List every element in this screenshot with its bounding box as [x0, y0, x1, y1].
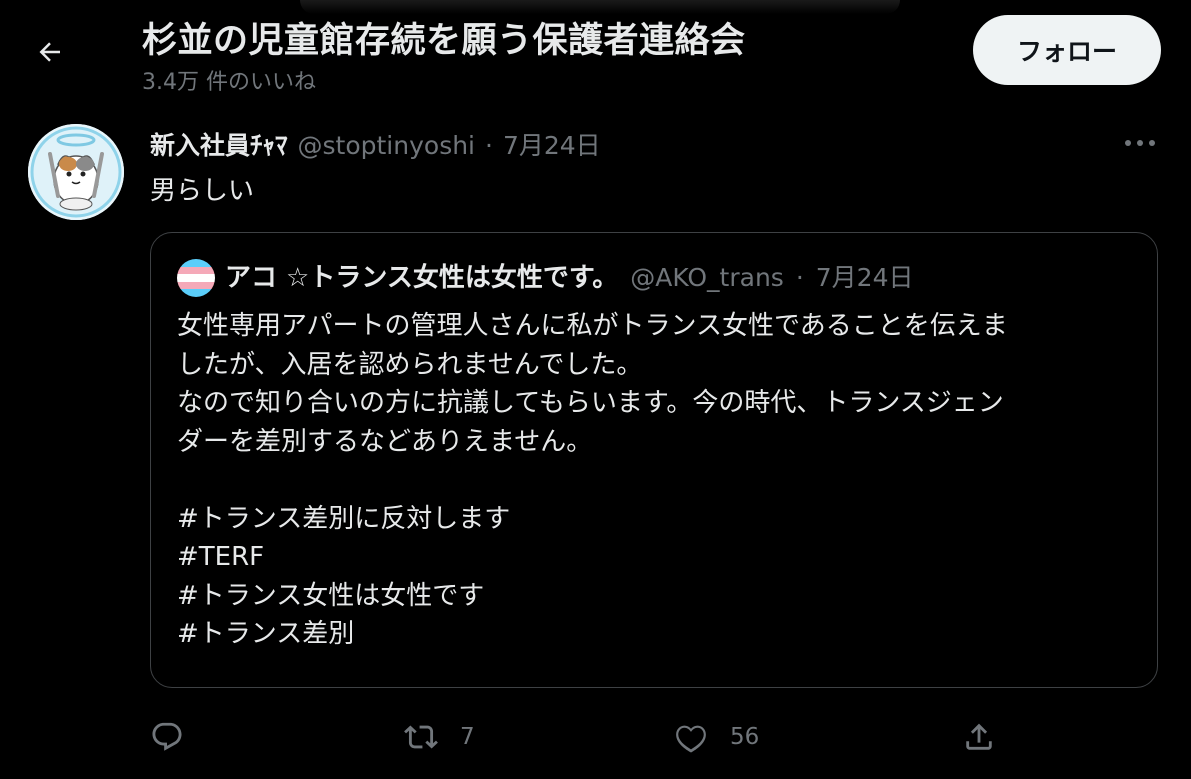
like-count: 56 — [730, 724, 760, 750]
quote-text: 女性専用アパートの管理人さんに私がトランス女性であることを伝えま したが、入居を… — [177, 307, 1137, 654]
author-name[interactable]: 新入社員ﾁｬﾏ — [150, 126, 288, 162]
trans-flag-avatar-icon — [177, 259, 215, 297]
quote-author-name[interactable]: アコ ☆トランス女性は女性です。 — [225, 257, 618, 294]
retweet-count: 7 — [460, 724, 475, 750]
arrow-left-icon — [39, 42, 60, 62]
quote-avatar[interactable] — [177, 259, 215, 297]
quoted-tweet[interactable]: アコ ☆トランス女性は女性です。 @AKO_trans · 7月24日 女性専用… — [150, 232, 1158, 688]
reply-icon — [152, 722, 182, 751]
avatar[interactable] — [28, 124, 124, 220]
hashtag: #トランス差別 — [177, 619, 355, 649]
share-button[interactable] — [962, 716, 1018, 758]
back-button[interactable] — [24, 26, 76, 78]
more-dots-icon — [1125, 140, 1155, 146]
like-button[interactable]: 56 — [674, 716, 759, 758]
author-handle[interactable]: @stoptinyoshi — [298, 131, 476, 160]
tweet-text: 男らしい — [150, 176, 255, 206]
page-title: 杉並の児童館存続を願う保護者連絡会 — [142, 21, 746, 61]
retweet-icon — [404, 725, 438, 749]
quote-line: ダーを差別するなどありえません。 — [177, 426, 593, 457]
quote-date[interactable]: 7月24日 — [816, 258, 914, 294]
quote-line: したが、入居を認められませんでした。 — [177, 349, 643, 380]
retweet-button[interactable]: 7 — [404, 716, 475, 758]
tweet-date[interactable]: 7月24日 — [503, 126, 601, 162]
hashtag: #トランス差別に反対します — [177, 503, 511, 534]
tweet-header: 新入社員ﾁｬﾏ @stoptinyoshi · 7月24日 — [150, 126, 601, 162]
quote-author-handle[interactable]: @AKO_trans — [630, 263, 784, 292]
tweet-page: 杉並の児童館存続を願う保護者連絡会 3.4万 件のいいね フォロー 新入社員ﾁｬ… — [0, 0, 1191, 779]
quote-line: なので知り合いの方に抗議してもらいます。今の時代、トランスジェン — [177, 388, 1004, 418]
more-options-button[interactable] — [1118, 128, 1162, 158]
share-upload-icon — [966, 723, 992, 750]
separator-dot: · — [485, 131, 493, 160]
hashtag: #TERF — [177, 542, 265, 572]
heart-icon — [676, 725, 706, 753]
cat-angel-avatar-icon — [28, 124, 124, 220]
follow-button[interactable]: フォロー — [973, 15, 1161, 85]
quote-header: アコ ☆トランス女性は女性です。 @AKO_trans · 7月24日 — [225, 257, 914, 294]
hashtag: #トランス女性は女性です — [177, 580, 485, 611]
reply-button[interactable] — [150, 716, 206, 758]
quote-separator-dot: · — [795, 263, 804, 292]
likes-count-label: 3.4万 件のいいね — [142, 70, 316, 95]
quote-line: 女性専用アパートの管理人さんに私がトランス女性であることを伝えま — [177, 311, 1008, 341]
